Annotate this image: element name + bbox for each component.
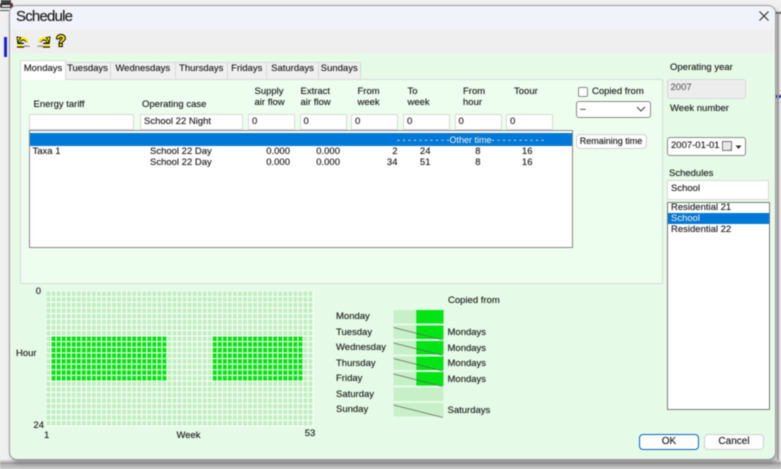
svg-text:?: ? <box>56 33 65 49</box>
